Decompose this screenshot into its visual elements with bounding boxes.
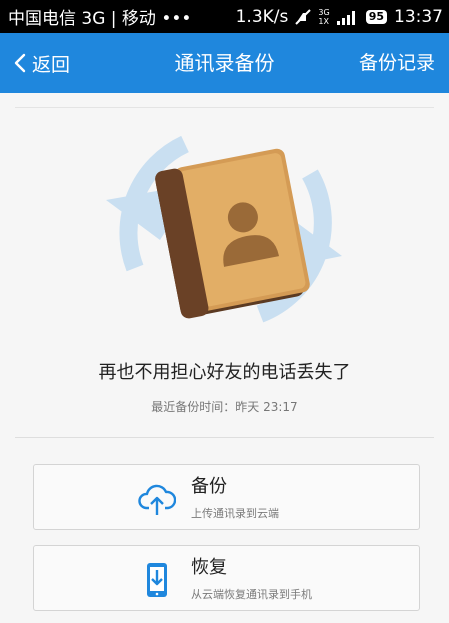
network-type-1x: 1X bbox=[318, 16, 329, 26]
signal-icon bbox=[336, 9, 359, 25]
back-label: 返回 bbox=[32, 53, 71, 76]
status-bar: 中国电信 3G | 移动 ••• 1.3K/s 3G 1X 95 13:37 bbox=[0, 0, 449, 33]
backup-subtitle: 上传通讯录到云端 bbox=[191, 507, 279, 520]
backup-button[interactable]: 备份 上传通讯录到云端 bbox=[33, 464, 420, 530]
phone-download-icon bbox=[138, 562, 176, 598]
restore-subtitle: 从云端恢复通讯录到手机 bbox=[191, 588, 312, 601]
network-speed: 1.3K/s bbox=[235, 6, 289, 27]
network-type-icon: 3G 1X bbox=[318, 8, 329, 26]
cloud-upload-icon bbox=[138, 481, 177, 517]
restore-title: 恢复 bbox=[191, 557, 227, 578]
divider bbox=[15, 437, 434, 438]
address-book-sync-illustration bbox=[90, 118, 360, 338]
carrier-label: 中国电信 3G | 移动 ••• bbox=[8, 9, 192, 29]
backup-records-button[interactable]: 备份记录 bbox=[359, 33, 435, 93]
title-bar: 返回 通讯录备份 备份记录 bbox=[0, 33, 449, 93]
backup-title: 备份 bbox=[191, 476, 227, 497]
restore-button[interactable]: 恢复 从云端恢复通讯录到手机 bbox=[33, 545, 420, 611]
chevron-left-icon bbox=[14, 53, 26, 73]
mute-icon bbox=[295, 8, 312, 25]
tagline: 再也不用担心好友的电话丢失了 bbox=[98, 362, 351, 383]
network-type-3g: 3G bbox=[318, 7, 330, 17]
battery-icon: 95 bbox=[365, 9, 387, 24]
back-button[interactable]: 返回 bbox=[14, 33, 70, 93]
clock: 13:37 bbox=[394, 6, 443, 27]
divider bbox=[15, 107, 434, 108]
last-backup-time: 最近备份时间：昨天 23:17 bbox=[151, 400, 298, 414]
